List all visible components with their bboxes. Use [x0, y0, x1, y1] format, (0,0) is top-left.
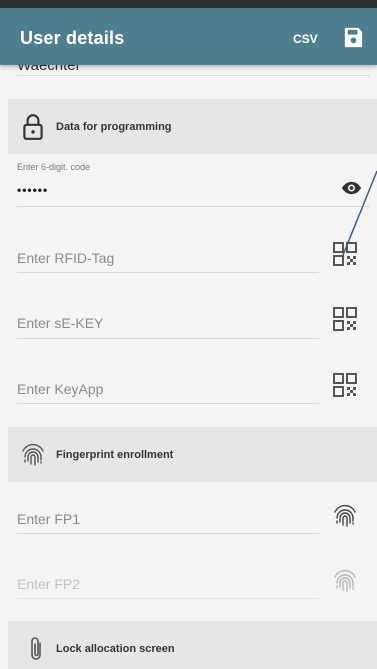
code-field-underline — [17, 205, 370, 207]
csv-button[interactable]: CSV — [293, 32, 318, 46]
qr-code-icon[interactable] — [333, 373, 357, 397]
rfid-input[interactable]: Enter RFID-Tag — [17, 250, 114, 266]
save-icon[interactable] — [342, 26, 365, 49]
lock-icon — [23, 114, 43, 140]
fingerprint-icon — [22, 443, 44, 466]
fingerprint-icon[interactable] — [332, 502, 358, 530]
section-data-for-programming: Data for programming — [8, 99, 377, 154]
section-label: Fingerprint enrollment — [56, 449, 174, 461]
code-field-value[interactable]: •••••• — [17, 183, 48, 197]
sekey-input[interactable]: Enter sE-KEY — [17, 315, 103, 331]
paperclip-icon — [31, 637, 41, 660]
fp1-field-underline — [17, 532, 319, 534]
annotation-line — [342, 170, 377, 256]
status-bar — [0, 0, 377, 8]
section-label: Data for programming — [56, 121, 172, 133]
section-label: Lock allocation screen — [56, 643, 175, 655]
form-scroll-area[interactable]: Waechter Data for programming Enter 6-di… — [0, 65, 377, 669]
rfid-field-underline — [17, 271, 319, 273]
fp1-input[interactable]: Enter FP1 — [17, 511, 80, 527]
keyapp-input[interactable]: Enter KeyApp — [17, 381, 103, 397]
fp2-field-underline — [17, 597, 319, 599]
page-title: User details — [20, 28, 125, 48]
qr-code-icon[interactable] — [333, 307, 357, 331]
fingerprint-icon[interactable] — [332, 567, 358, 595]
code-field-label: Enter 6-digit. code — [17, 162, 91, 172]
section-fingerprint-enrollment: Fingerprint enrollment — [8, 427, 377, 482]
app-bar: User details CSV — [0, 8, 377, 65]
keyapp-field-underline — [17, 402, 319, 404]
fp2-input[interactable]: Enter FP2 — [17, 576, 80, 592]
name-field-partial[interactable]: Waechter — [17, 65, 370, 76]
section-lock-allocation-screen[interactable]: Lock allocation screen — [8, 621, 377, 669]
sekey-field-underline — [17, 337, 319, 339]
